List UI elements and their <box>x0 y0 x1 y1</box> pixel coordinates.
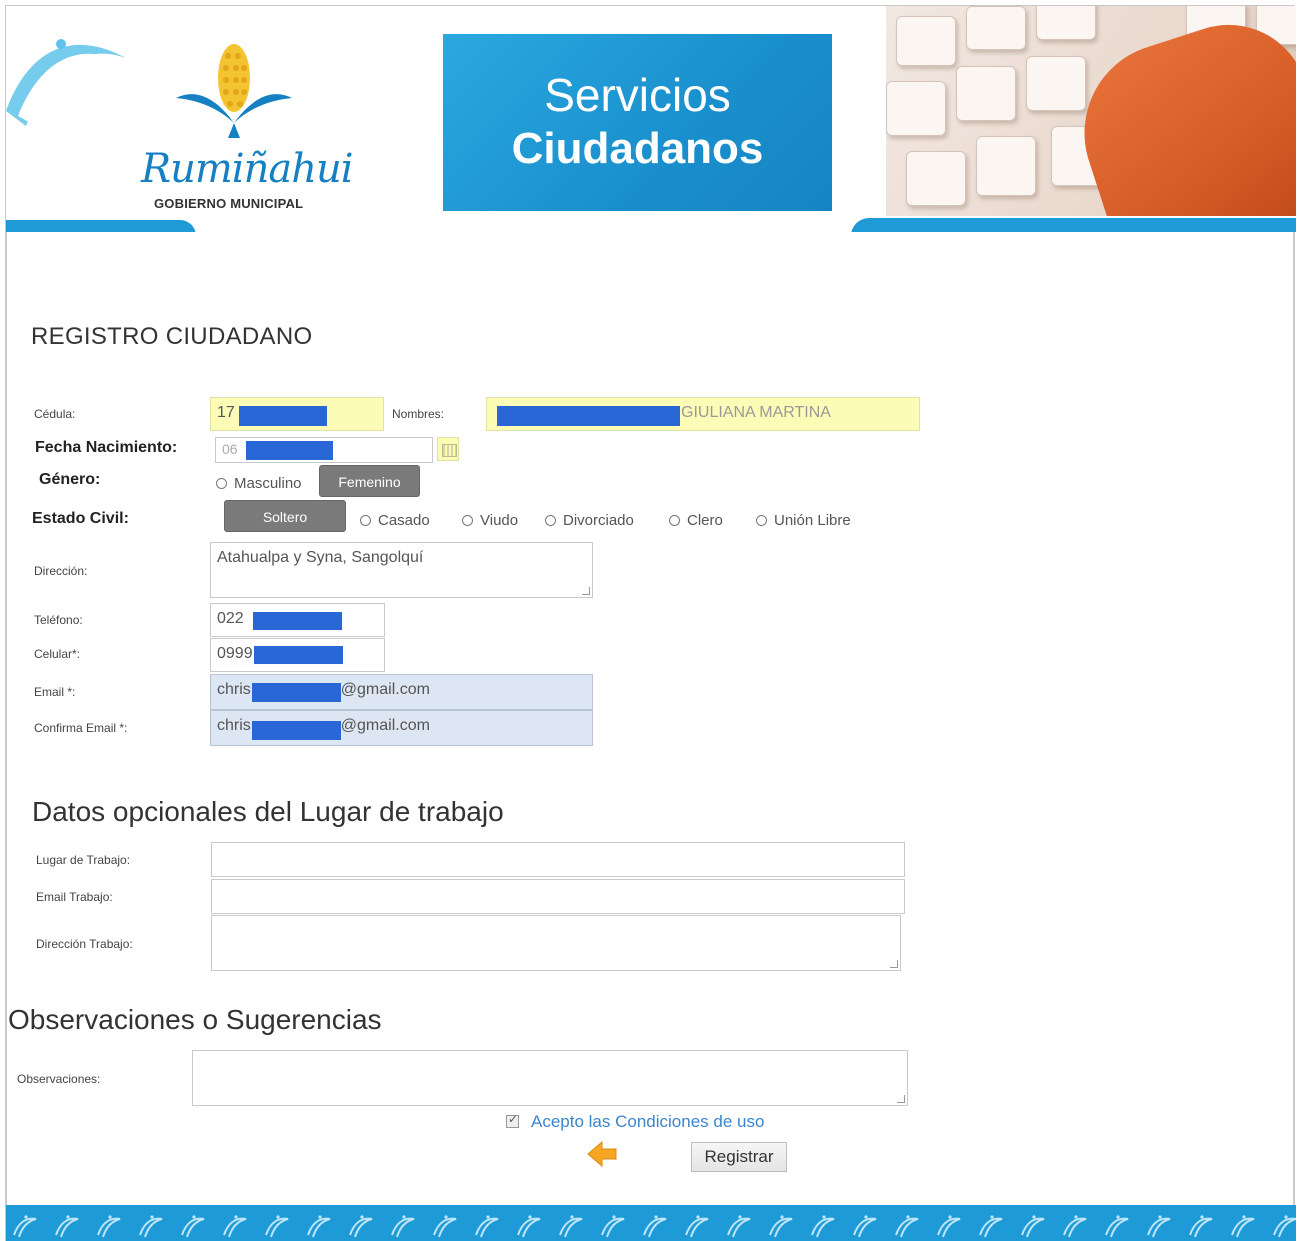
radio-circle-icon <box>545 515 556 526</box>
radio-circle-icon <box>462 515 473 526</box>
direccion-trabajo-label: Dirección Trabajo: <box>36 937 133 951</box>
email-label: Email *: <box>34 685 76 699</box>
bird-decoration-icon <box>6 39 126 126</box>
radio-label: Divorciado <box>563 512 634 529</box>
direccion-value: Atahualpa y Syna, Sangolquí <box>217 549 424 566</box>
email-trabajo-input[interactable] <box>211 879 905 914</box>
confirma-prefix: chris <box>217 717 251 734</box>
direccion-trabajo-textarea[interactable] <box>211 915 901 971</box>
banner-line-2: Ciudadanos <box>511 124 764 173</box>
radio-casado[interactable]: Casado <box>360 512 430 529</box>
lugar-trabajo-label: Lugar de Trabajo: <box>36 853 131 867</box>
radio-circle-icon <box>216 478 227 489</box>
nombres-label: Nombres: <box>392 407 445 421</box>
estado-soltero-button[interactable]: Soltero <box>224 500 346 532</box>
radio-label: Casado <box>378 512 430 529</box>
radio-viudo[interactable]: Viudo <box>462 512 518 529</box>
redaction-bar <box>254 646 343 664</box>
redaction-bar <box>252 721 341 740</box>
redaction-bar <box>497 406 680 426</box>
email-prefix: chris <box>217 681 251 698</box>
calendar-icon[interactable] <box>437 437 459 461</box>
lugar-trabajo-input[interactable] <box>211 842 905 877</box>
footer-pattern-icon <box>6 1205 1296 1241</box>
radio-label: Unión Libre <box>774 512 851 529</box>
redaction-bar <box>252 683 341 702</box>
fecha-value: 06 <box>222 441 238 457</box>
radio-label: Masculino <box>234 475 302 492</box>
footer-band <box>6 1205 1296 1241</box>
radio-masculino[interactable]: Masculino <box>216 475 302 492</box>
redaction-bar <box>253 612 342 630</box>
genero-label: Género: <box>39 471 101 488</box>
redaction-bar <box>246 441 333 460</box>
redaction-bar <box>239 406 327 426</box>
logo-wordmark: Rumiñahui <box>141 146 354 192</box>
observaciones-textarea[interactable] <box>192 1050 908 1106</box>
terms-link[interactable]: Acepto las Condiciones de uso <box>531 1112 764 1131</box>
radio-circle-icon <box>756 515 767 526</box>
observaciones-label: Observaciones: <box>17 1072 101 1086</box>
radio-label: Viudo <box>480 512 519 529</box>
keyboard-photo <box>886 6 1296 216</box>
back-arrow-icon[interactable] <box>586 1140 618 1168</box>
services-banner: Servicios Ciudadanos <box>443 34 832 211</box>
header-swoosh-right <box>851 218 1296 232</box>
registrar-button[interactable]: Registrar <box>691 1142 787 1172</box>
cedula-label: Cédula: <box>34 407 76 421</box>
email-suffix: @gmail.com <box>340 681 430 698</box>
radio-clero[interactable]: Clero <box>669 512 723 529</box>
celular-value: 0999 <box>217 645 253 662</box>
observaciones-section-title: Observaciones o Sugerencias <box>8 1004 382 1035</box>
confirma-email-label: Confirma Email *: <box>34 721 128 735</box>
direccion-textarea[interactable]: Atahualpa y Syna, Sangolquí <box>210 542 593 598</box>
header-banner: Rumiñahui GOBIERNO MUNICIPAL Servicios C… <box>6 6 1296 232</box>
banner-line-1: Servicios <box>544 69 731 121</box>
checkbox-icon[interactable] <box>506 1112 519 1128</box>
terms-checkbox-row[interactable]: Acepto las Condiciones de uso <box>506 1112 764 1132</box>
work-section-title: Datos opcionales del Lugar de trabajo <box>32 796 504 827</box>
estado-civil-label: Estado Civil: <box>32 510 129 527</box>
cedula-value: 17 <box>217 404 235 421</box>
radio-label: Clero <box>687 512 723 529</box>
radio-union-libre[interactable]: Unión Libre <box>756 512 851 529</box>
radio-circle-icon <box>360 515 371 526</box>
radio-divorciado[interactable]: Divorciado <box>545 512 634 529</box>
genero-femenino-button[interactable]: Femenino <box>319 465 420 497</box>
telefono-value: 022 <box>217 610 244 627</box>
direccion-label: Dirección: <box>34 564 88 578</box>
telefono-label: Teléfono: <box>34 613 83 627</box>
email-trabajo-label: Email Trabajo: <box>36 890 113 904</box>
header-swoosh-left <box>6 220 196 232</box>
confirma-suffix: @gmail.com <box>340 717 430 734</box>
logo-subtitle: GOBIERNO MUNICIPAL <box>154 196 304 211</box>
radio-circle-icon <box>669 515 680 526</box>
celular-label: Celular*: <box>34 647 81 661</box>
fecha-label: Fecha Nacimiento: <box>35 439 178 456</box>
page-title: REGISTRO CIUDADANO <box>31 323 313 350</box>
nombres-value: GIULIANA MARTINA <box>681 404 831 421</box>
